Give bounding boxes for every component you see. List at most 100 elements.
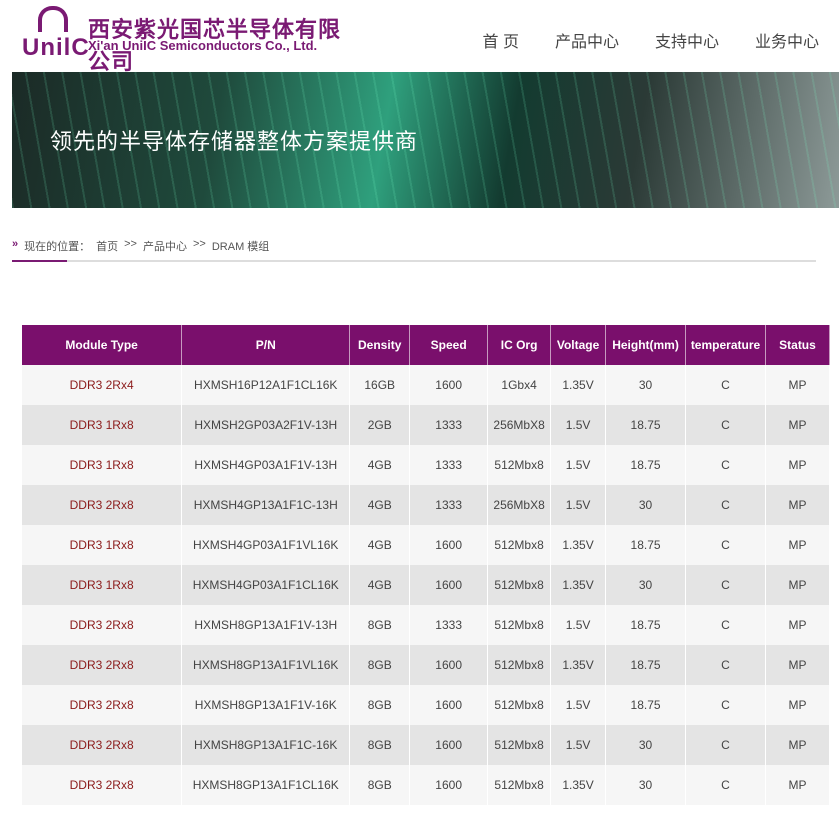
company-logo[interactable]: UnilC 西安紫光国芯半导体有限公司 Xi'an UniIC Semicond… bbox=[22, 4, 362, 64]
table-cell: 1333 bbox=[410, 405, 488, 445]
table-cell: MP bbox=[765, 685, 829, 725]
table-cell: 1600 bbox=[410, 365, 488, 405]
table-cell: 1Gbx4 bbox=[488, 365, 551, 405]
nav-support[interactable]: 支持中心 bbox=[655, 28, 719, 52]
column-header: IC Org bbox=[488, 325, 551, 365]
table-cell: 1.5V bbox=[551, 725, 606, 765]
table-row: DDR3 2Rx8HXMSH8GP13A1F1CL16K8GB1600512Mb… bbox=[22, 765, 830, 805]
breadcrumb: » 现在的位置： 首页 >> 产品中心 >> DRAM 模组 bbox=[12, 238, 269, 254]
table-cell: 1600 bbox=[410, 645, 488, 685]
table-cell: 512Mbx8 bbox=[488, 685, 551, 725]
table-row: DDR3 2Rx8HXMSH8GP13A1F1C-16K8GB1600512Mb… bbox=[22, 725, 830, 765]
table-cell: 512Mbx8 bbox=[488, 765, 551, 805]
table-row: DDR3 2Rx8HXMSH8GP13A1F1V-16K8GB1600512Mb… bbox=[22, 685, 830, 725]
table-cell: 18.75 bbox=[606, 405, 686, 445]
table-cell: 30 bbox=[606, 565, 686, 605]
banner-slogan: 领先的半导体存储器整体方案提供商 bbox=[50, 124, 418, 156]
table-cell: MP bbox=[765, 445, 829, 485]
table-row: DDR3 1Rx8HXMSH2GP03A2F1V-13H2GB1333256Mb… bbox=[22, 405, 830, 445]
column-header: Density bbox=[350, 325, 410, 365]
table-cell: 1.5V bbox=[551, 685, 606, 725]
main-nav: 首 页 产品中心 支持中心 业务中心 bbox=[483, 28, 820, 52]
banner: 领先的半导体存储器整体方案提供商 bbox=[12, 72, 839, 208]
module-type-link[interactable]: DDR3 2Rx8 bbox=[22, 605, 182, 645]
table-cell: 1.35V bbox=[551, 645, 606, 685]
table-row: DDR3 2Rx4HXMSH16P12A1F1CL16K16GB16001Gbx… bbox=[22, 365, 830, 405]
module-type-link[interactable]: DDR3 1Rx8 bbox=[22, 405, 182, 445]
table-cell: MP bbox=[765, 645, 829, 685]
table-cell: C bbox=[686, 605, 766, 645]
table-cell: 512Mbx8 bbox=[488, 565, 551, 605]
table-cell: HXMSH4GP03A1F1VL16K bbox=[182, 525, 350, 565]
table-cell: MP bbox=[765, 765, 829, 805]
table-cell: 256MbX8 bbox=[488, 485, 551, 525]
table-cell: C bbox=[686, 485, 766, 525]
module-type-link[interactable]: DDR3 2Rx8 bbox=[22, 725, 182, 765]
module-type-link[interactable]: DDR3 2Rx8 bbox=[22, 685, 182, 725]
table-cell: HXMSH8GP13A1F1VL16K bbox=[182, 645, 350, 685]
table-cell: MP bbox=[765, 725, 829, 765]
module-type-link[interactable]: DDR3 2Rx8 bbox=[22, 485, 182, 525]
table-cell: 18.75 bbox=[606, 605, 686, 645]
table-row: DDR3 1Rx8HXMSH4GP03A1F1VL16K4GB1600512Mb… bbox=[22, 525, 830, 565]
breadcrumb-sep: >> bbox=[193, 238, 206, 254]
table-cell: 512Mbx8 bbox=[488, 725, 551, 765]
module-type-link[interactable]: DDR3 1Rx8 bbox=[22, 445, 182, 485]
table-cell: 18.75 bbox=[606, 645, 686, 685]
nav-home[interactable]: 首 页 bbox=[483, 28, 519, 52]
table-cell: MP bbox=[765, 565, 829, 605]
nav-products[interactable]: 产品中心 bbox=[555, 28, 619, 52]
table-cell: C bbox=[686, 725, 766, 765]
module-type-link[interactable]: DDR3 1Rx8 bbox=[22, 525, 182, 565]
module-type-link[interactable]: DDR3 2Rx8 bbox=[22, 645, 182, 685]
nav-business[interactable]: 业务中心 bbox=[755, 28, 819, 52]
table-row: DDR3 1Rx8HXMSH4GP03A1F1CL16K4GB1600512Mb… bbox=[22, 565, 830, 605]
table-cell: 1.35V bbox=[551, 365, 606, 405]
table-cell: C bbox=[686, 645, 766, 685]
table-header-row: Module TypeP/NDensitySpeedIC OrgVoltageH… bbox=[22, 325, 830, 365]
table-row: DDR3 2Rx8HXMSH8GP13A1F1V-13H8GB1333512Mb… bbox=[22, 605, 830, 645]
breadcrumb-current[interactable]: DRAM 模组 bbox=[212, 238, 269, 254]
table-cell: 8GB bbox=[350, 605, 410, 645]
column-header: P/N bbox=[182, 325, 350, 365]
column-header: Voltage bbox=[551, 325, 606, 365]
table-cell: 512Mbx8 bbox=[488, 605, 551, 645]
table-cell: HXMSH8GP13A1F1CL16K bbox=[182, 765, 350, 805]
breadcrumb-home[interactable]: 首页 bbox=[96, 238, 118, 254]
table-cell: 8GB bbox=[350, 645, 410, 685]
table-cell: HXMSH8GP13A1F1V-13H bbox=[182, 605, 350, 645]
module-type-link[interactable]: DDR3 2Rx4 bbox=[22, 365, 182, 405]
table-cell: 1600 bbox=[410, 525, 488, 565]
table-cell: 4GB bbox=[350, 565, 410, 605]
table-cell: HXMSH4GP13A1F1C-13H bbox=[182, 485, 350, 525]
breadcrumb-divider bbox=[12, 260, 816, 262]
table-cell: 30 bbox=[606, 725, 686, 765]
logo-mark-icon bbox=[38, 6, 68, 32]
table-cell: 1600 bbox=[410, 685, 488, 725]
table-cell: 30 bbox=[606, 485, 686, 525]
column-header: temperature bbox=[686, 325, 766, 365]
table-cell: 1600 bbox=[410, 725, 488, 765]
table-cell: 4GB bbox=[350, 525, 410, 565]
table-cell: 512Mbx8 bbox=[488, 445, 551, 485]
table-cell: MP bbox=[765, 485, 829, 525]
table-cell: 2GB bbox=[350, 405, 410, 445]
breadcrumb-products[interactable]: 产品中心 bbox=[143, 238, 187, 254]
table-cell: 1.35V bbox=[551, 765, 606, 805]
table-cell: 8GB bbox=[350, 685, 410, 725]
table-cell: 4GB bbox=[350, 445, 410, 485]
breadcrumb-label: 现在的位置： bbox=[24, 238, 90, 254]
table-cell: 1.35V bbox=[551, 525, 606, 565]
table-cell: C bbox=[686, 365, 766, 405]
table-cell: MP bbox=[765, 365, 829, 405]
module-type-link[interactable]: DDR3 2Rx8 bbox=[22, 765, 182, 805]
table-cell: MP bbox=[765, 605, 829, 645]
table-cell: 18.75 bbox=[606, 685, 686, 725]
table-cell: 8GB bbox=[350, 765, 410, 805]
logo-brand: UnilC bbox=[22, 34, 90, 62]
table-cell: 1600 bbox=[410, 565, 488, 605]
table-row: DDR3 1Rx8HXMSH4GP03A1F1V-13H4GB1333512Mb… bbox=[22, 445, 830, 485]
table-cell: 16GB bbox=[350, 365, 410, 405]
module-type-link[interactable]: DDR3 1Rx8 bbox=[22, 565, 182, 605]
table-cell: 1600 bbox=[410, 765, 488, 805]
